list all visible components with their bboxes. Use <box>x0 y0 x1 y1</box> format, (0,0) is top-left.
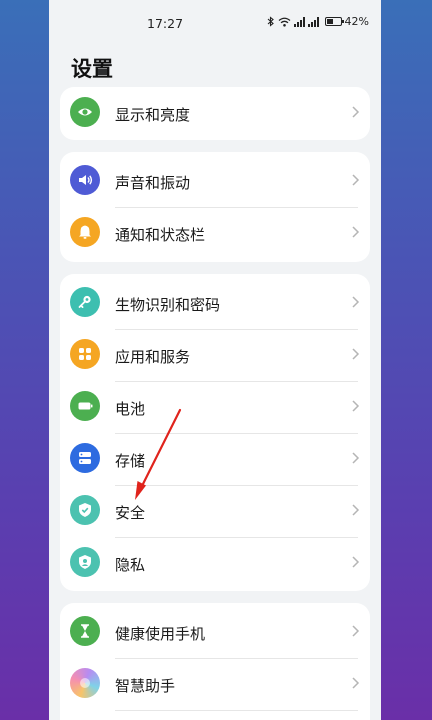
settings-group-sound: 声音和振动 通知和状态栏 <box>60 152 370 262</box>
apps-grid-icon <box>70 339 100 369</box>
settings-item-notifications[interactable]: 通知和状态栏 <box>60 207 370 259</box>
settings-item-label: 电池 <box>115 400 146 418</box>
chevron-right-icon <box>352 677 360 689</box>
chevron-right-icon <box>352 174 360 186</box>
page-title: 设置 <box>71 57 113 81</box>
settings-item-label: 显示和亮度 <box>115 106 191 124</box>
chevron-right-icon <box>352 625 360 637</box>
settings-item-apps[interactable]: 应用和服务 <box>60 329 370 381</box>
battery-icon <box>70 391 100 421</box>
hourglass-icon <box>70 616 100 646</box>
settings-item-label: 应用和服务 <box>115 348 191 366</box>
settings-item-label: 生物识别和密码 <box>115 296 221 314</box>
status-bar: 17:27 42% <box>49 0 381 44</box>
privacy-shield-icon <box>70 547 100 577</box>
settings-item-display[interactable]: 显示和亮度 <box>60 87 370 139</box>
bell-icon <box>70 217 100 247</box>
battery-status-icon <box>324 17 344 26</box>
chevron-right-icon <box>352 106 360 118</box>
settings-item-label: 声音和振动 <box>115 174 191 192</box>
settings-item-sound[interactable]: 声音和振动 <box>60 155 370 207</box>
chevron-right-icon <box>352 296 360 308</box>
eye-icon <box>70 97 100 127</box>
chevron-right-icon <box>352 400 360 412</box>
settings-group-system: 生物识别和密码 应用和服务 电池 存储 安全 隐私 <box>60 274 370 591</box>
settings-screen: 17:27 42% 设置 显示和亮度 声音和振动 通知和状态栏 生物识别和密码 … <box>49 0 381 720</box>
settings-item-assistant[interactable]: 智慧助手 <box>60 658 370 710</box>
settings-item-label: 存储 <box>115 452 146 470</box>
key-icon <box>70 287 100 317</box>
settings-item-privacy[interactable]: 隐私 <box>60 537 370 589</box>
settings-item-label: 智慧助手 <box>115 677 176 695</box>
settings-item-label: 安全 <box>115 504 146 522</box>
settings-item-biometrics[interactable]: 生物识别和密码 <box>60 277 370 329</box>
wifi-icon <box>278 17 290 27</box>
settings-group-display: 显示和亮度 <box>60 87 370 140</box>
settings-item-label: 隐私 <box>115 556 146 574</box>
signal-2-icon <box>307 16 319 27</box>
settings-group-wellbeing: 健康使用手机 智慧助手 <box>60 603 370 720</box>
chevron-right-icon <box>352 452 360 464</box>
chevron-right-icon <box>352 348 360 360</box>
storage-icon <box>70 443 100 473</box>
settings-item-security[interactable]: 安全 <box>60 485 370 537</box>
chevron-right-icon <box>352 504 360 516</box>
settings-item-label: 健康使用手机 <box>115 625 206 643</box>
divider <box>115 710 358 711</box>
speaker-icon <box>70 165 100 195</box>
chevron-right-icon <box>352 556 360 568</box>
battery-percent: 42% <box>344 15 369 28</box>
status-icons: 42% <box>267 15 369 28</box>
signal-1-icon <box>293 16 305 27</box>
settings-item-label: 通知和状态栏 <box>115 226 206 244</box>
status-time: 17:27 <box>147 16 184 31</box>
chevron-right-icon <box>352 226 360 238</box>
settings-item-digital-balance[interactable]: 健康使用手机 <box>60 606 370 658</box>
shield-check-icon <box>70 495 100 525</box>
bluetooth-icon <box>267 16 274 27</box>
settings-item-storage[interactable]: 存储 <box>60 433 370 485</box>
settings-item-battery[interactable]: 电池 <box>60 381 370 433</box>
assistant-orb-icon <box>70 668 100 698</box>
